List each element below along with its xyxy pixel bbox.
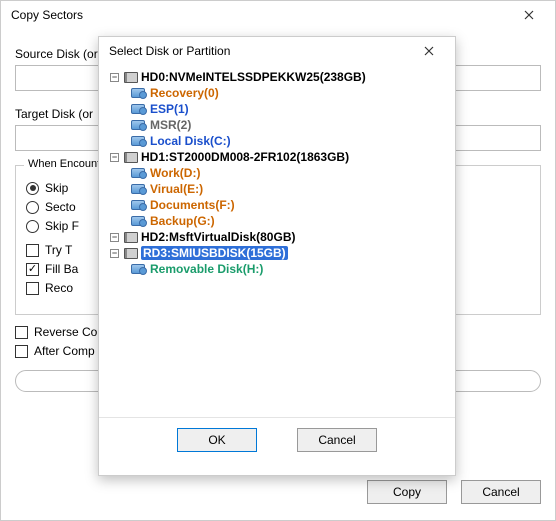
select-disk-dialog: Select Disk or Partition −HD0:NVMeINTELS… <box>98 36 456 476</box>
partition-icon <box>131 136 145 146</box>
partition-node[interactable]: Local Disk(C:) <box>109 133 445 149</box>
collapse-icon[interactable]: − <box>110 73 119 82</box>
ok-button[interactable]: OK <box>177 428 257 452</box>
partition-icon <box>131 216 145 226</box>
group-title: When Encount <box>24 158 104 170</box>
collapse-icon[interactable]: − <box>110 233 119 242</box>
checkbox-icon <box>15 326 28 339</box>
collapse-icon[interactable]: − <box>110 153 119 162</box>
modal-title: Select Disk or Partition <box>109 44 230 58</box>
radio-icon <box>26 182 39 195</box>
partition-node[interactable]: Recovery(0) <box>109 85 445 101</box>
disk-node[interactable]: −RD3:SMIUSBDISK(15GB) <box>109 245 445 261</box>
partition-node[interactable]: Removable Disk(H:) <box>109 261 445 277</box>
partition-node[interactable]: MSR(2) <box>109 117 445 133</box>
cancel-button[interactable]: Cancel <box>297 428 377 452</box>
partition-node[interactable]: Virual(E:) <box>109 181 445 197</box>
disk-tree[interactable]: −HD0:NVMeINTELSSDPEKKW25(238GB)Recovery(… <box>99 65 455 415</box>
main-title: Copy Sectors <box>11 8 83 22</box>
main-titlebar: Copy Sectors <box>1 1 555 29</box>
partition-node[interactable]: Work(D:) <box>109 165 445 181</box>
copy-button[interactable]: Copy <box>367 480 447 504</box>
modal-titlebar: Select Disk or Partition <box>99 37 455 65</box>
partition-node[interactable]: Backup(G:) <box>109 213 445 229</box>
checkbox-icon <box>26 282 39 295</box>
close-icon[interactable] <box>509 3 549 27</box>
partition-icon <box>131 184 145 194</box>
partition-icon <box>131 200 145 210</box>
partition-node[interactable]: Documents(F:) <box>109 197 445 213</box>
partition-icon <box>131 104 145 114</box>
partition-icon <box>131 264 145 274</box>
partition-icon <box>131 120 145 130</box>
disk-node[interactable]: −HD1:ST2000DM008-2FR102(1863GB) <box>109 149 445 165</box>
close-icon[interactable] <box>409 39 449 63</box>
disk-icon <box>124 248 138 259</box>
radio-icon <box>26 220 39 233</box>
partition-icon <box>131 168 145 178</box>
disk-node[interactable]: −HD0:NVMeINTELSSDPEKKW25(238GB) <box>109 69 445 85</box>
checkbox-icon <box>26 263 39 276</box>
cancel-button[interactable]: Cancel <box>461 480 541 504</box>
radio-icon <box>26 201 39 214</box>
partition-node[interactable]: ESP(1) <box>109 101 445 117</box>
disk-icon <box>124 72 138 83</box>
partition-icon <box>131 88 145 98</box>
collapse-icon[interactable]: − <box>110 249 119 258</box>
checkbox-icon <box>26 244 39 257</box>
disk-icon <box>124 152 138 163</box>
disk-node[interactable]: −HD2:MsftVirtualDisk(80GB) <box>109 229 445 245</box>
modal-button-row: OK Cancel <box>99 417 455 452</box>
disk-icon <box>124 232 138 243</box>
main-button-row: Copy Cancel <box>1 472 555 512</box>
checkbox-icon <box>15 345 28 358</box>
